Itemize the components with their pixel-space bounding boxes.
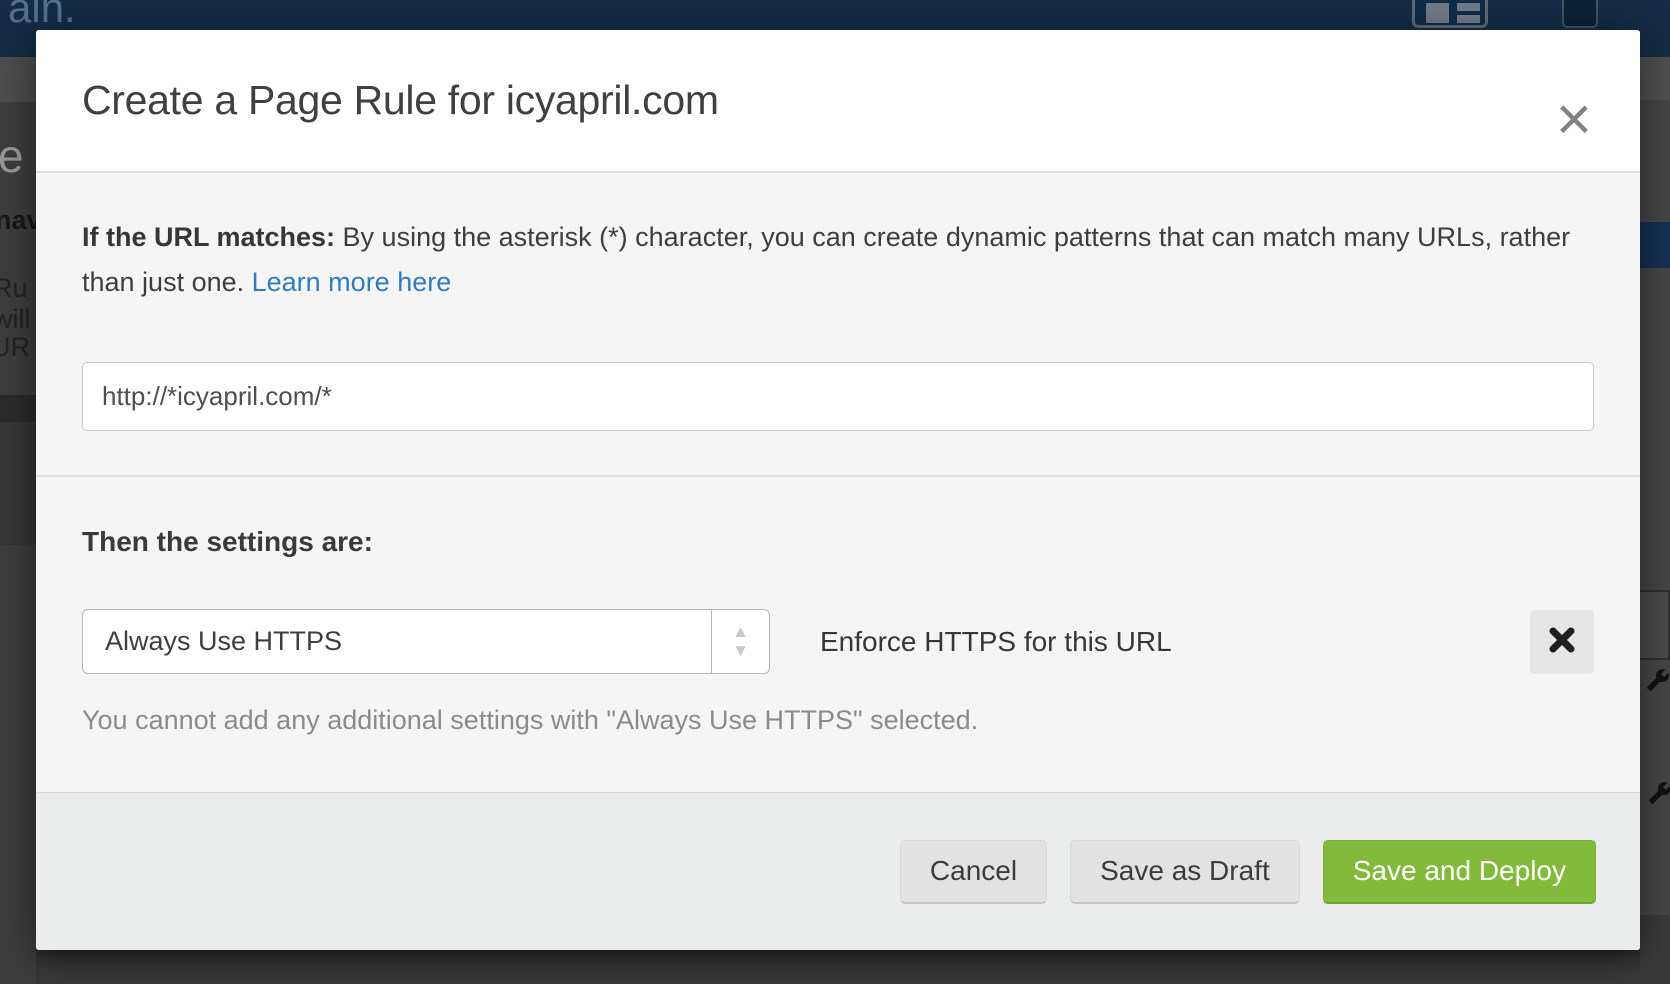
background-band xyxy=(1640,915,1670,984)
page: ain. e nav Ru will UR Create a Page Rule… xyxy=(0,0,1670,984)
learn-more-link[interactable]: Learn more here xyxy=(252,267,452,297)
modal-footer: Cancel Save as Draft Save and Deploy xyxy=(36,792,1640,950)
remove-x-icon xyxy=(1548,626,1576,657)
setting-description: Enforce HTTPS for this URL xyxy=(820,626,1172,658)
save-draft-button[interactable]: Save as Draft xyxy=(1070,840,1300,904)
background-band xyxy=(0,422,36,545)
background-band xyxy=(1640,57,1670,100)
url-pattern-input[interactable] xyxy=(82,362,1594,431)
background-blue-block xyxy=(1640,222,1670,268)
background-band xyxy=(0,57,36,102)
section-divider xyxy=(36,475,1640,477)
background-text-fragment: will xyxy=(0,304,31,335)
dimmed-background-right xyxy=(1640,57,1670,984)
close-icon: × xyxy=(1556,85,1592,154)
cancel-button[interactable]: Cancel xyxy=(900,840,1047,904)
url-match-label: If the URL matches: xyxy=(82,222,335,252)
partial-toolbar-icon xyxy=(1562,0,1598,28)
settings-row: Always Use HTTPS ▲ ▼ Enforce HTTPS for t… xyxy=(82,609,1594,674)
dimmed-background-left: e nav Ru will UR xyxy=(0,57,36,984)
modal-body: If the URL matches: By using the asteris… xyxy=(36,173,1640,792)
remove-setting-button[interactable] xyxy=(1530,610,1594,674)
background-text-fragment: nav xyxy=(0,205,36,236)
url-match-paragraph: If the URL matches: By using the asteris… xyxy=(82,215,1574,305)
modal-header: Create a Page Rule for icyapril.com × xyxy=(36,30,1640,173)
create-page-rule-dialog: Create a Page Rule for icyapril.com × If… xyxy=(36,30,1640,950)
background-text-fragment: e xyxy=(0,129,24,183)
background-band xyxy=(0,395,36,422)
select-spinner: ▲ ▼ xyxy=(711,610,769,673)
save-deploy-button[interactable]: Save and Deploy xyxy=(1323,840,1596,904)
setting-select-value: Always Use HTTPS xyxy=(83,610,711,673)
wrench-icon xyxy=(1646,668,1670,692)
background-text-fragment: ain. xyxy=(8,0,76,32)
chevron-up-icon: ▲ xyxy=(732,625,749,639)
background-text-fragment: Ru xyxy=(0,273,28,304)
settings-heading: Then the settings are: xyxy=(82,526,1594,558)
dimmed-background-bottom xyxy=(36,950,1640,984)
close-button[interactable]: × xyxy=(1546,92,1602,148)
layout-cards-icon xyxy=(1412,0,1488,28)
chevron-down-icon: ▼ xyxy=(732,644,749,658)
background-icon-box xyxy=(1640,590,1670,660)
settings-note: You cannot add any additional settings w… xyxy=(82,705,1594,736)
wrench-icon xyxy=(1648,781,1670,805)
setting-select[interactable]: Always Use HTTPS ▲ ▼ xyxy=(82,609,770,674)
background-text-fragment: UR xyxy=(0,332,30,363)
page-title: Create a Page Rule for icyapril.com xyxy=(82,77,719,124)
